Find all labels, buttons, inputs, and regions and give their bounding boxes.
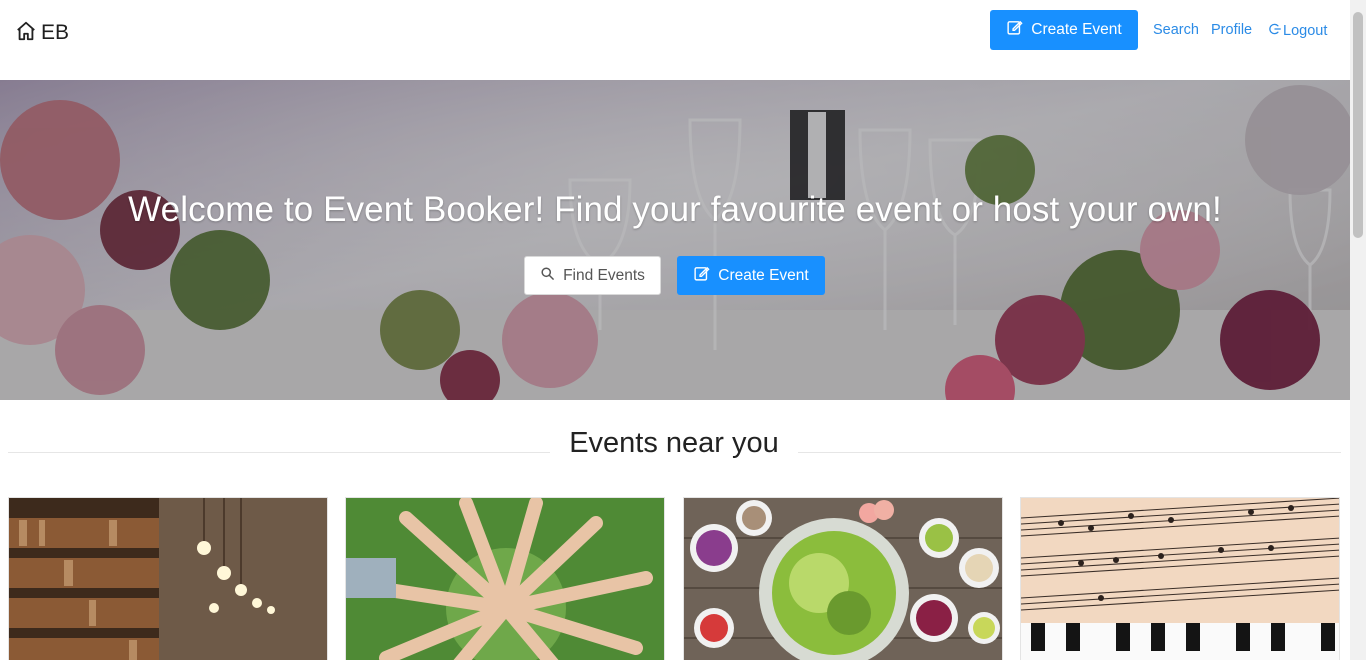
top-navbar: EB Create Event Search Profile Logout: [0, 0, 1350, 80]
logout-label: Logout: [1283, 23, 1328, 39]
hero-banner: Welcome to Event Booker! Find your favou…: [0, 80, 1350, 400]
section-divider-right: [798, 452, 1341, 453]
event-card-library[interactable]: [8, 497, 328, 660]
hero-create-event-label: Create Event: [718, 266, 809, 284]
nav-search-link[interactable]: Search: [1153, 22, 1199, 38]
event-card-music[interactable]: [1020, 497, 1340, 660]
event-card-image: [9, 498, 327, 660]
find-events-button[interactable]: Find Events: [524, 256, 661, 295]
page-scrollbar-thumb[interactable]: [1353, 12, 1363, 238]
event-card-image: [1021, 498, 1339, 660]
create-event-button[interactable]: Create Event: [990, 10, 1138, 50]
event-card-image: [346, 498, 664, 660]
home-brand-link[interactable]: EB: [15, 20, 69, 46]
hero-title: Welcome to Event Booker! Find your favou…: [128, 190, 1222, 229]
edit-icon: [693, 265, 710, 287]
event-card-salad[interactable]: [683, 497, 1003, 660]
nav-logout-link[interactable]: Logout: [1268, 22, 1327, 40]
hero-create-event-button[interactable]: Create Event: [677, 256, 825, 295]
page: EB Create Event Search Profile Logout We…: [0, 0, 1366, 660]
event-card-image: [684, 498, 1002, 660]
section-title: Events near you: [569, 427, 779, 459]
logout-icon: [1268, 22, 1282, 40]
create-event-label: Create Event: [1031, 21, 1122, 38]
search-icon: [540, 266, 555, 286]
find-events-label: Find Events: [563, 266, 645, 284]
nav-profile-link[interactable]: Profile: [1211, 22, 1252, 38]
section-divider-left: [8, 452, 550, 453]
brand-text: EB: [41, 21, 70, 44]
event-card-hands[interactable]: [345, 497, 665, 660]
hero-overlay: [0, 80, 1350, 400]
home-icon: [15, 20, 37, 47]
edit-icon: [1006, 19, 1023, 41]
